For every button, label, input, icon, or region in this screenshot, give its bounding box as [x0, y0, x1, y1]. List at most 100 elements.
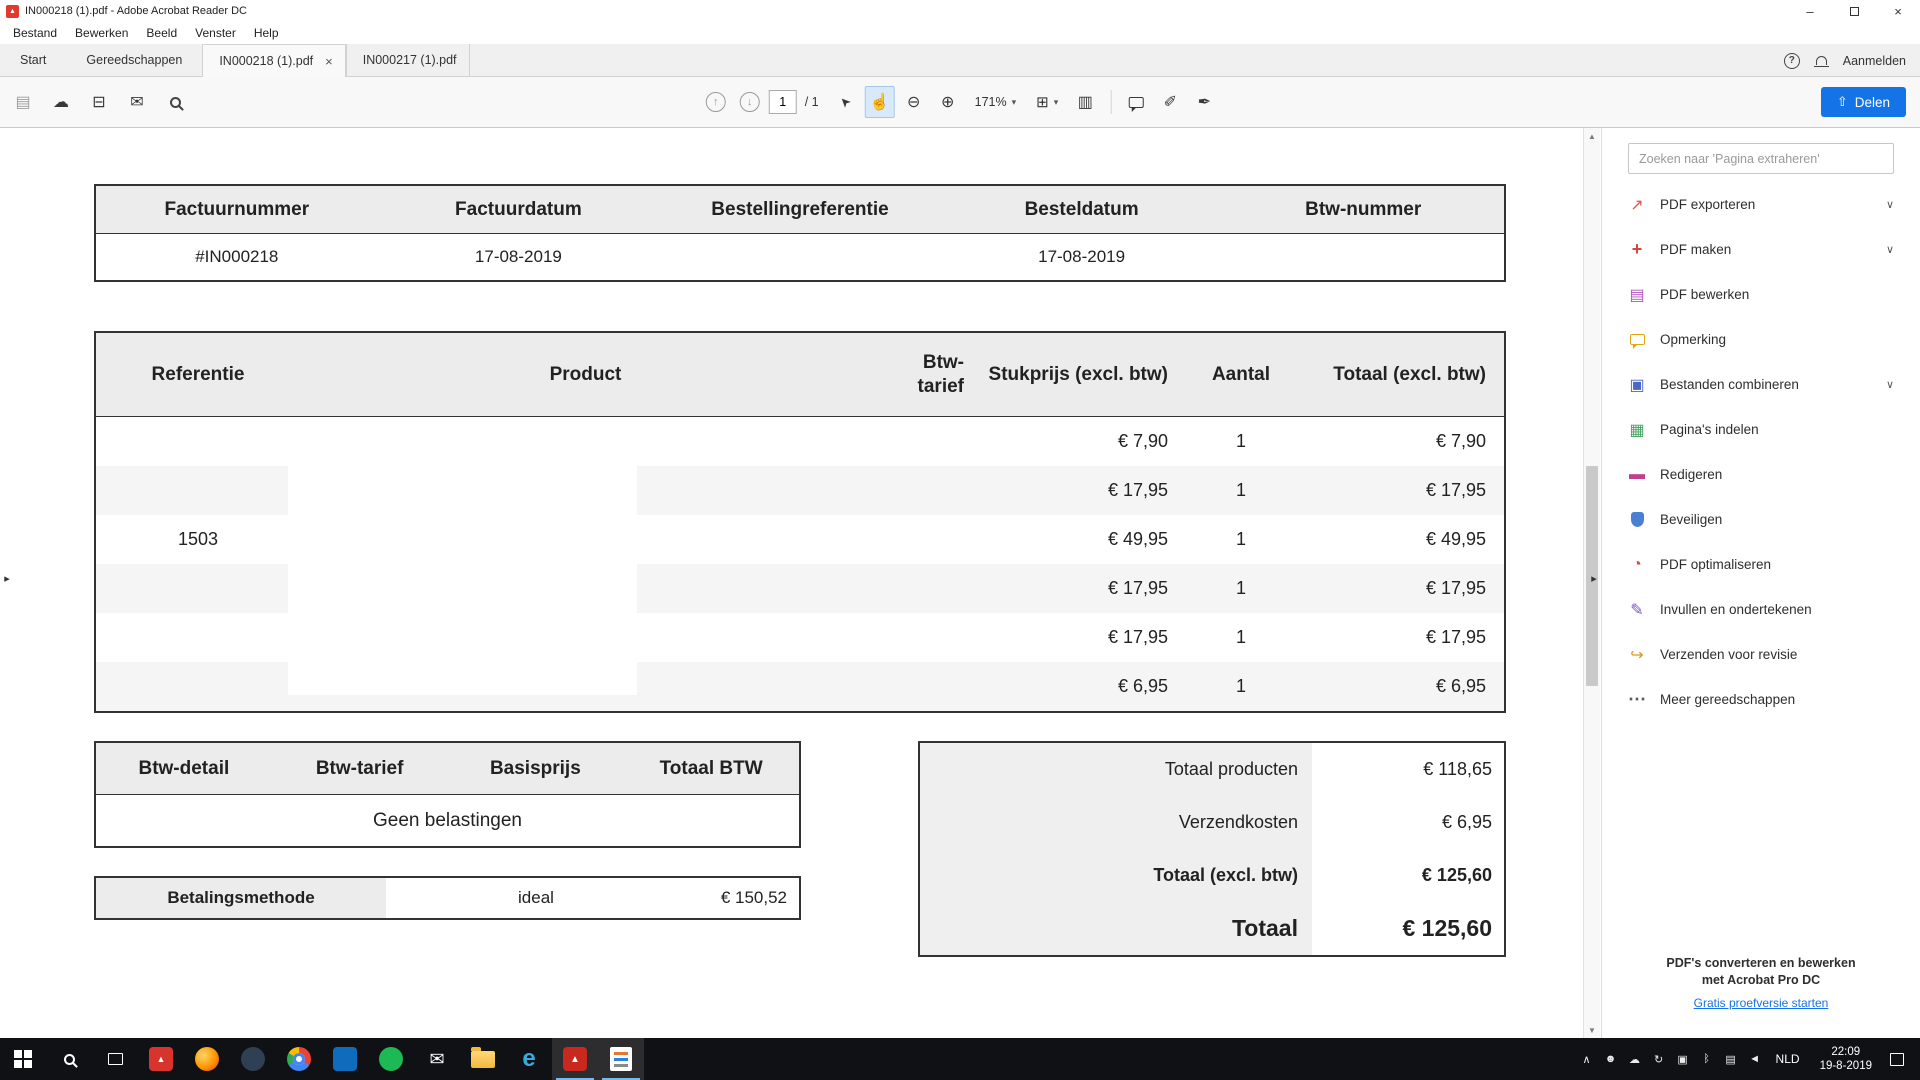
- zoom-tools-icon[interactable]: [160, 86, 190, 118]
- column-header: Product: [300, 363, 871, 387]
- tab-document-2[interactable]: IN000217 (1).pdf: [346, 44, 470, 76]
- scroll-down-arrow[interactable]: ▼: [1584, 1022, 1600, 1038]
- menu-bewerken[interactable]: Bewerken: [66, 22, 137, 44]
- page-fit-dropdown[interactable]: ⊞ ▾: [1028, 86, 1066, 118]
- volume-icon[interactable]: ◄: [1748, 1053, 1762, 1065]
- tools-list: ↗ PDF exporteren ∨ + PDF maken ∨ ▤ PDF b…: [1602, 182, 1920, 722]
- sidebar-item-verzenden-voor-revisie[interactable]: ↪ Verzenden voor revisie: [1602, 632, 1920, 677]
- zoom-out-button[interactable]: ⊖: [899, 86, 929, 118]
- zoom-in-button[interactable]: ⊕: [933, 86, 963, 118]
- hand-tool-button[interactable]: ☝: [865, 86, 895, 118]
- sidebar-item-label: PDF bewerken: [1660, 287, 1749, 302]
- show-navigation-pane-arrow[interactable]: ▸: [1, 572, 13, 585]
- sidebar-item-redigeren[interactable]: ▬ Redigeren: [1602, 452, 1920, 497]
- people-icon[interactable]: ☻: [1604, 1053, 1618, 1065]
- close-button[interactable]: ×: [1876, 0, 1920, 22]
- arrow-down-icon: ↓: [740, 92, 760, 112]
- chevron-down-icon[interactable]: ∨: [1886, 243, 1894, 256]
- edge-icon[interactable]: e: [506, 1038, 552, 1080]
- cloud-upload-icon[interactable]: ☁: [46, 86, 76, 118]
- send-review-icon: ↪: [1626, 645, 1648, 665]
- select-tool-button[interactable]: ➤: [831, 86, 861, 118]
- sidebar-item-beveiligen[interactable]: Beveiligen: [1602, 497, 1920, 542]
- sidebar-item-invullen-en-ondertekenen[interactable]: ✎ Invullen en ondertekenen: [1602, 587, 1920, 632]
- maximize-button[interactable]: [1832, 0, 1876, 22]
- protect-shield-icon: [1626, 512, 1648, 527]
- sidebar-item-pdf-bewerken[interactable]: ▤ PDF bewerken: [1602, 272, 1920, 317]
- minimize-button[interactable]: –: [1788, 0, 1832, 22]
- column-header: Aantal: [1176, 363, 1306, 387]
- menu-help[interactable]: Help: [245, 22, 288, 44]
- spotify-icon[interactable]: [368, 1038, 414, 1080]
- cell-totaal: € 6,95: [1306, 676, 1508, 697]
- sidebar-item-opmerking[interactable]: Opmerking: [1602, 317, 1920, 362]
- chevron-up-icon[interactable]: ∧: [1580, 1053, 1594, 1066]
- sidebar-item-pdf-optimaliseren[interactable]: ◔ PDF optimaliseren: [1602, 542, 1920, 587]
- document-app-icon[interactable]: [598, 1038, 644, 1080]
- security-shield-icon[interactable]: ▣: [1676, 1053, 1690, 1066]
- scroll-up-arrow[interactable]: ▲: [1584, 128, 1600, 144]
- pdf-export-icon: ↗: [1626, 195, 1648, 215]
- sidebar-item-bestanden-combineren[interactable]: ▣ Bestanden combineren ∨: [1602, 362, 1920, 407]
- acrobat-taskbar-icon[interactable]: ▲: [552, 1038, 598, 1080]
- close-tab-icon[interactable]: ×: [325, 55, 333, 68]
- windows-taskbar: ▲ ✉ e ▲ ∧ ☻ ☁ ↻ ▣ ᛒ ▤ ◄ NLD 22:09 19-8-2…: [0, 1038, 1920, 1080]
- file-explorer-icon[interactable]: [460, 1038, 506, 1080]
- more-tools-icon: ⋯: [1626, 689, 1648, 710]
- tools-search-input[interactable]: [1628, 143, 1894, 174]
- taskbar-search-button[interactable]: [46, 1038, 92, 1080]
- print-icon[interactable]: ⊟: [84, 86, 114, 118]
- tab-gereedschappen[interactable]: Gereedschappen: [66, 44, 202, 76]
- tools-panel: ↗ PDF exporteren ∨ + PDF maken ∨ ▤ PDF b…: [1601, 128, 1920, 1038]
- menu-beeld[interactable]: Beeld: [137, 22, 186, 44]
- help-icon[interactable]: ?: [1784, 53, 1800, 69]
- chevron-down-icon[interactable]: ∨: [1886, 378, 1894, 391]
- sync-icon[interactable]: ↻: [1652, 1053, 1666, 1066]
- start-button[interactable]: [0, 1038, 46, 1080]
- save-icon[interactable]: ▤: [8, 86, 38, 118]
- sign-in-button[interactable]: Aanmelden: [1843, 54, 1906, 68]
- promo-text: PDF's converteren en bewerken met Acroba…: [1661, 955, 1861, 989]
- tab-document-active[interactable]: IN000218 (1).pdf ×: [202, 44, 345, 77]
- vat-empty-message: Geen belastingen: [96, 795, 799, 846]
- onedrive-cloud-icon[interactable]: ☁: [1628, 1053, 1642, 1066]
- steam-icon[interactable]: [230, 1038, 276, 1080]
- zoom-level-dropdown[interactable]: 171% ▾: [967, 86, 1025, 118]
- firefox-icon[interactable]: [184, 1038, 230, 1080]
- pdf-app-icon[interactable]: ▲: [138, 1038, 184, 1080]
- action-center-icon[interactable]: [1890, 1053, 1904, 1066]
- folder-icon: [471, 1051, 495, 1068]
- sidebar-item-paginas-indelen[interactable]: ▦ Pagina's indelen: [1602, 407, 1920, 452]
- sign-tool-button[interactable]: ✒: [1189, 86, 1219, 118]
- language-indicator[interactable]: NLD: [1772, 1052, 1804, 1066]
- sidebar-item-pdf-exporteren[interactable]: ↗ PDF exporteren ∨: [1602, 182, 1920, 227]
- arrow-up-icon: ↑: [706, 92, 726, 112]
- collapse-tools-pane-arrow[interactable]: ▸: [1588, 572, 1600, 585]
- sidebar-item-pdf-maken[interactable]: + PDF maken ∨: [1602, 227, 1920, 272]
- menu-bestand[interactable]: Bestand: [4, 22, 66, 44]
- share-button[interactable]: ⇧ Delen: [1821, 87, 1906, 117]
- taskbar-clock[interactable]: 22:09 19-8-2019: [1814, 1045, 1878, 1074]
- menu-venster[interactable]: Venster: [186, 22, 245, 44]
- chevron-down-icon[interactable]: ∨: [1886, 198, 1894, 211]
- sidebar-item-meer-gereedschappen[interactable]: ⋯ Meer gereedschappen: [1602, 677, 1920, 722]
- task-view-button[interactable]: [92, 1038, 138, 1080]
- tab-start[interactable]: Start: [0, 44, 66, 76]
- email-icon[interactable]: ✉: [122, 86, 152, 118]
- previous-page-button[interactable]: ↑: [701, 86, 731, 118]
- mail-app-icon[interactable]: ✉: [414, 1038, 460, 1080]
- sidebar-item-label: Redigeren: [1660, 467, 1722, 482]
- free-trial-link[interactable]: Gratis proefversie starten: [1694, 996, 1829, 1010]
- chrome-icon[interactable]: [276, 1038, 322, 1080]
- next-page-button[interactable]: ↓: [735, 86, 765, 118]
- comment-tool-button[interactable]: [1121, 86, 1151, 118]
- cell-stukprijs: € 49,95: [976, 529, 1176, 550]
- pdf-page[interactable]: Factuurnummer Factuurdatum Bestellingref…: [0, 128, 1583, 1038]
- store-app-icon[interactable]: [322, 1038, 368, 1080]
- scroll-mode-button[interactable]: ▥: [1070, 86, 1100, 118]
- page-number-input[interactable]: [769, 90, 797, 114]
- display-icon[interactable]: ▤: [1724, 1053, 1738, 1066]
- notifications-bell-icon[interactable]: [1816, 56, 1827, 65]
- bluetooth-icon[interactable]: ᛒ: [1700, 1053, 1714, 1065]
- highlight-tool-button[interactable]: ✐: [1155, 86, 1185, 118]
